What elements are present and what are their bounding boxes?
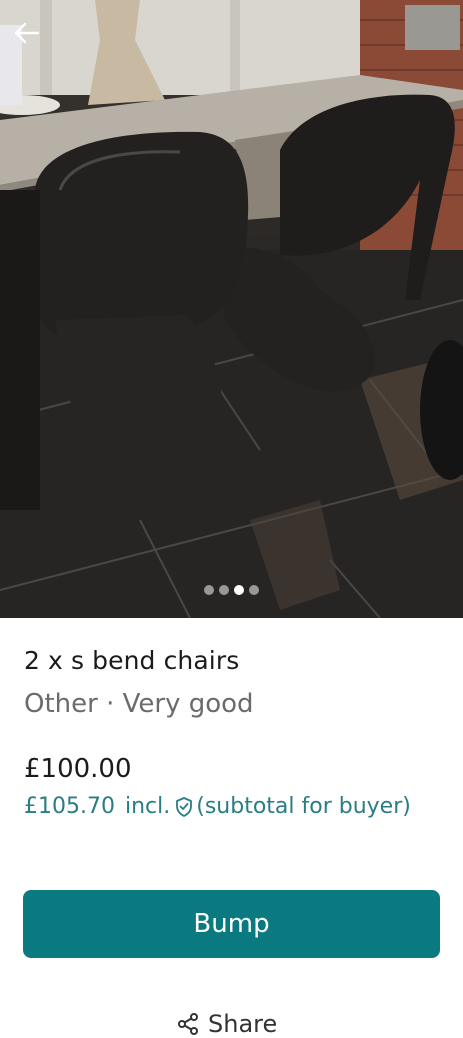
share-label: Share <box>208 1010 278 1038</box>
gallery-dot[interactable] <box>219 585 229 595</box>
listing-price: £100.00 <box>24 754 132 784</box>
buyer-price-note: (subtotal for buyer) <box>196 794 411 819</box>
listing-title: 2 x s bend chairs <box>24 646 240 675</box>
buyer-price-amount: £105.70 <box>24 794 115 819</box>
gallery-pagination <box>0 583 463 597</box>
share-icon <box>178 1013 198 1035</box>
buyer-price-link[interactable]: £105.70 incl. (subtotal for buyer) <box>24 794 411 819</box>
arrow-left-icon <box>14 22 40 44</box>
gallery-dot[interactable] <box>249 585 259 595</box>
product-photo[interactable] <box>0 0 463 618</box>
back-button[interactable] <box>14 22 54 62</box>
bump-button[interactable]: Bump <box>23 890 440 958</box>
chairs-photo-illustration <box>0 0 463 618</box>
gallery-dot-active[interactable] <box>234 585 244 595</box>
shield-check-icon <box>174 796 194 818</box>
share-button[interactable]: Share <box>176 1010 277 1038</box>
buyer-price-incl: incl. <box>124 794 171 819</box>
listing-subtitle: Other · Very good <box>24 689 254 719</box>
gallery-dot[interactable] <box>204 585 214 595</box>
